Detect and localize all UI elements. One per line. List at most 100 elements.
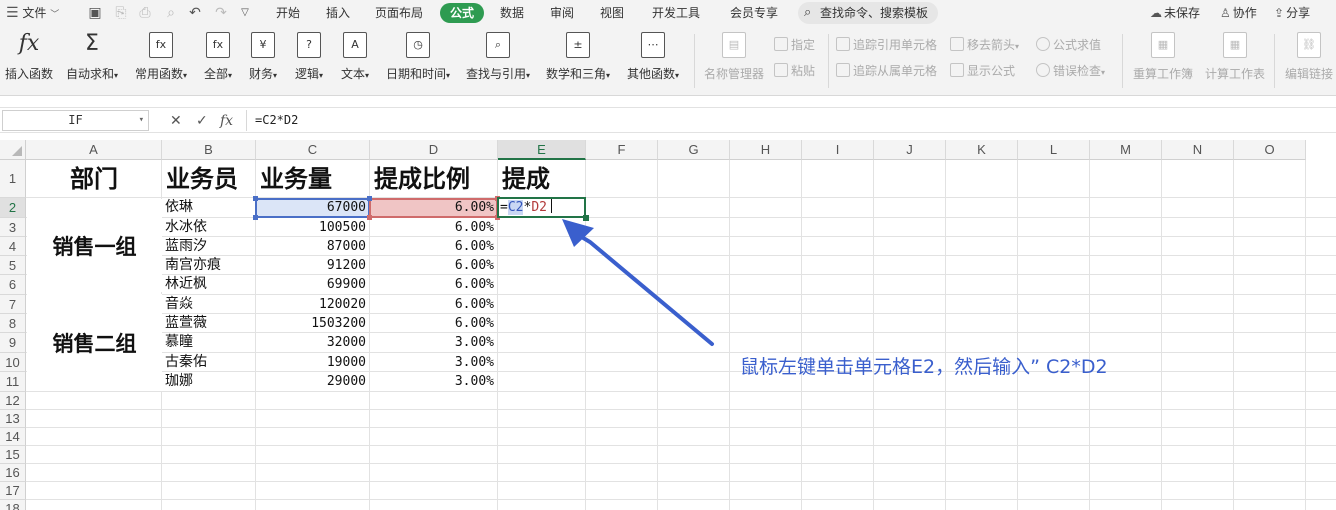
error-check-button[interactable]: 错误检查▾ (1036, 62, 1105, 80)
specify-button[interactable]: 指定 (774, 36, 815, 54)
header-dept[interactable]: 部门 (26, 160, 162, 198)
row-header-15[interactable]: 15 (0, 446, 26, 464)
fx-icon[interactable]: fx (220, 111, 233, 131)
ratio-cell[interactable]: 6.00% (370, 275, 497, 294)
ratio-cell[interactable]: 6.00% (370, 218, 497, 236)
row-header-6[interactable]: 6 (0, 275, 26, 295)
text-button[interactable]: A 文本▾ (336, 32, 374, 90)
formula-input[interactable]: =C2*D2 (246, 110, 1334, 131)
lookup-button[interactable]: ⌕ 查找与引用▾ (462, 32, 534, 90)
remove-arrows-button[interactable]: 移去箭头▾ (950, 36, 1019, 54)
autosum-button[interactable]: Σ 自动求和▾ (62, 32, 122, 90)
tab-review[interactable]: 审阅 (542, 0, 582, 26)
save-icon[interactable]: ▣ (86, 4, 104, 22)
row-header-3[interactable]: 3 (0, 218, 26, 237)
salesperson-cell[interactable]: 音焱 (162, 295, 255, 313)
name-manager-button[interactable]: ▤ 名称管理器 (702, 32, 766, 90)
share-button[interactable]: ⇪ 分享 (1274, 0, 1310, 26)
row-header-10[interactable]: 10 (0, 353, 26, 372)
row-header-4[interactable]: 4 (0, 237, 26, 256)
fill-handle[interactable] (583, 215, 589, 221)
row-header-17[interactable]: 17 (0, 482, 26, 500)
tab-formulas[interactable]: 公式 (440, 3, 484, 23)
trace-dependents-button[interactable]: 追踪从属单元格 (836, 62, 937, 80)
customize-dropdown-icon[interactable]: ▽ (236, 4, 254, 22)
ratio-cell[interactable]: 6.00% (370, 295, 497, 313)
tab-insert[interactable]: 插入 (318, 0, 358, 26)
row-header-5[interactable]: 5 (0, 256, 26, 275)
evaluate-formula-button[interactable]: 公式求值 (1036, 36, 1101, 54)
row-header-9[interactable]: 9 (0, 333, 26, 353)
logic-button[interactable]: ? 逻辑▾ (290, 32, 328, 90)
edit-links-button[interactable]: ⛓ 编辑链接 (1282, 32, 1336, 90)
volume-cell[interactable]: 91200 (256, 256, 369, 274)
ratio-cell-d2[interactable]: 6.00% (370, 198, 497, 217)
ratio-cell[interactable]: 3.00% (370, 353, 497, 371)
column-header-m[interactable]: M (1090, 140, 1162, 160)
salesperson-cell[interactable]: 南宫亦痕 (162, 256, 255, 274)
finance-button[interactable]: ¥ 财务▾ (244, 32, 282, 90)
row-header-7[interactable]: 7 (0, 295, 26, 314)
calc-sheet-button[interactable]: ▦ 计算工作表 (1202, 32, 1268, 90)
tab-member[interactable]: 会员专享 (722, 0, 786, 26)
print-icon[interactable]: ⎙ (136, 4, 154, 22)
datetime-button[interactable]: ◷ 日期和时间▾ (382, 32, 454, 90)
ratio-cell[interactable]: 3.00% (370, 333, 497, 352)
trace-precedents-button[interactable]: 追踪引用单元格 (836, 36, 937, 54)
volume-cell[interactable]: 29000 (256, 372, 369, 391)
ratio-cell[interactable]: 6.00% (370, 314, 497, 332)
ratio-cell[interactable]: 6.00% (370, 237, 497, 255)
select-all-corner[interactable] (0, 140, 26, 160)
column-header-i[interactable]: I (802, 140, 874, 160)
volume-cell-c2[interactable]: 67000 (256, 198, 369, 217)
volume-cell[interactable]: 100500 (256, 218, 369, 236)
column-header-g[interactable]: G (658, 140, 730, 160)
redo-icon[interactable]: ↷ (212, 4, 230, 22)
column-header-d[interactable]: D (370, 140, 498, 160)
volume-cell[interactable]: 19000 (256, 353, 369, 371)
row-header-18[interactable]: 18 (0, 500, 26, 510)
row-header-8[interactable]: 8 (0, 314, 26, 333)
tab-page-layout[interactable]: 页面布局 (368, 0, 430, 26)
common-functions-button[interactable]: fx 常用函数▾ (130, 32, 192, 90)
header-volume[interactable]: 业务量 (260, 160, 370, 198)
header-salesperson[interactable]: 业务员 (166, 160, 256, 198)
other-functions-button[interactable]: ⋯ 其他函数▾ (622, 32, 684, 90)
salesperson-cell[interactable]: 水冰依 (162, 218, 255, 236)
column-header-j[interactable]: J (874, 140, 946, 160)
volume-cell[interactable]: 69900 (256, 275, 369, 294)
confirm-icon[interactable]: ✓ (196, 111, 208, 131)
row-header-11[interactable]: 11 (0, 372, 26, 392)
volume-cell[interactable]: 120020 (256, 295, 369, 313)
column-header-e[interactable]: E (498, 140, 586, 160)
row-header-1[interactable]: 1 (0, 160, 26, 198)
column-header-k[interactable]: K (946, 140, 1018, 160)
print-preview-icon[interactable]: ⌕ (162, 4, 180, 22)
tab-developer[interactable]: 开发工具 (644, 0, 708, 26)
cell-e2-editor[interactable]: =C2*D2 (497, 197, 586, 218)
show-formulas-button[interactable]: 显示公式 (950, 62, 1015, 80)
header-commission[interactable]: 提成 (502, 160, 586, 198)
name-box[interactable]: IF ▾ (2, 110, 149, 131)
column-header-a[interactable]: A (26, 140, 162, 160)
column-header-c[interactable]: C (256, 140, 370, 160)
ratio-cell[interactable]: 6.00% (370, 256, 497, 274)
header-ratio[interactable]: 提成比例 (374, 160, 498, 198)
collaborate-button[interactable]: ♙ 协作 (1220, 0, 1257, 26)
volume-cell[interactable]: 87000 (256, 237, 369, 255)
cancel-icon[interactable]: ✕ (170, 111, 182, 131)
spreadsheet-grid[interactable]: ABCDEFGHIJKLMNO 1 2 3 4 5 6 7 8 9 10 11 12 13 14 15 16 1… (0, 140, 1336, 510)
tab-view[interactable]: 视图 (592, 0, 632, 26)
tab-home[interactable]: 开始 (268, 0, 308, 26)
math-button[interactable]: ± 数学和三角▾ (542, 32, 614, 90)
column-header-o[interactable]: O (1234, 140, 1306, 160)
column-header-h[interactable]: H (730, 140, 802, 160)
paste-names-button[interactable]: 粘贴 (774, 62, 815, 80)
volume-cell[interactable]: 1503200 (256, 314, 369, 332)
column-header-b[interactable]: B (162, 140, 256, 160)
row-header-16[interactable]: 16 (0, 464, 26, 482)
salesperson-cell[interactable]: 珈娜 (162, 372, 255, 391)
salesperson-cell[interactable]: 林近枫 (162, 275, 255, 294)
dept-group-2[interactable]: 销售二组 (27, 294, 162, 391)
all-functions-button[interactable]: fx 全部▾ (200, 32, 236, 90)
